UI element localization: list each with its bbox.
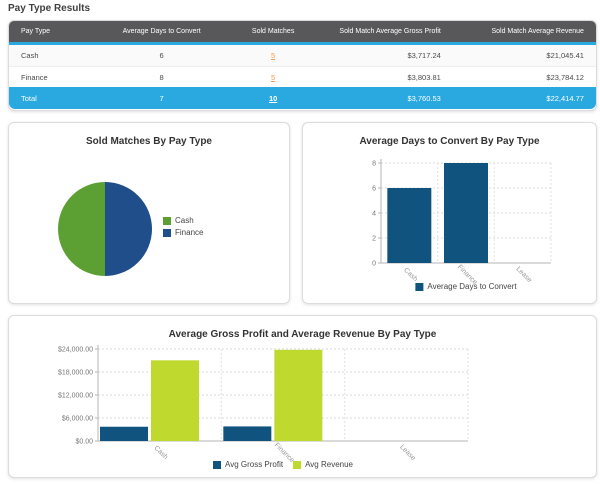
col-header-avg-days: Average Days to Convert — [97, 28, 226, 35]
pie-legend: Cash Finance — [163, 216, 203, 237]
legend-item-gross-profit: Avg Gross Profit — [213, 460, 283, 469]
svg-text:$12,000.00: $12,000.00 — [58, 393, 93, 400]
cell-avg-days: 7 — [97, 94, 226, 103]
svg-text:$18,000.00: $18,000.00 — [58, 370, 93, 377]
cell-gross-profit: $3,760.53 — [320, 94, 467, 103]
page-title: Pay Type Results — [8, 3, 90, 14]
cell-revenue: $22,414.77 — [467, 94, 596, 103]
pie-chart-card: Sold Matches By Pay Type Cash Finance — [8, 122, 290, 304]
svg-text:2: 2 — [372, 236, 376, 243]
cell-pay-type: Cash — [9, 51, 97, 60]
cash-swatch-icon — [163, 217, 171, 225]
gross-profit-swatch-icon — [213, 461, 221, 469]
svg-text:6: 6 — [372, 186, 376, 193]
sold-matches-link-cash[interactable]: 5 — [271, 51, 275, 60]
avg-days-swatch-icon — [415, 283, 423, 291]
legend-label: Finance — [175, 228, 203, 237]
sold-matches-pie-chart — [9, 123, 290, 304]
cell-gross-profit: $3,717.24 — [320, 51, 467, 60]
results-table: Pay Type Average Days to Convert Sold Ma… — [8, 20, 597, 111]
svg-text:Lease: Lease — [515, 266, 534, 285]
col-header-pay-type: Pay Type — [9, 28, 97, 35]
cell-gross-profit: $3,803.81 — [320, 73, 467, 82]
cell-avg-days: 6 — [97, 51, 226, 60]
cell-revenue: $23,784.12 — [467, 73, 596, 82]
profit-revenue-legend: Avg Gross Profit Avg Revenue — [213, 460, 353, 469]
cell-pay-type: Total — [9, 94, 97, 103]
sold-matches-link-finance[interactable]: 5 — [271, 73, 275, 82]
cell-avg-days: 8 — [97, 73, 226, 82]
legend-label: Avg Revenue — [305, 460, 353, 469]
cell-sold-matches: 5 — [226, 73, 320, 82]
table-row-finance: Finance 8 5 $3,803.81 $23,784.12 — [9, 66, 596, 87]
legend-item-finance: Finance — [163, 228, 203, 237]
avg-revenue-swatch-icon — [293, 461, 301, 469]
table-header-row: Pay Type Average Days to Convert Sold Ma… — [9, 21, 596, 45]
avg-days-legend: Average Days to Convert — [415, 282, 516, 291]
cell-sold-matches: 5 — [226, 51, 320, 60]
profit-revenue-chart-card: Average Gross Profit and Average Revenue… — [8, 315, 597, 478]
svg-text:8: 8 — [372, 161, 376, 168]
cell-revenue: $21,045.41 — [467, 51, 596, 60]
avg-days-chart-card: Average Days to Convert By Pay Type 0246… — [302, 122, 597, 304]
svg-text:Cash: Cash — [402, 267, 419, 284]
sold-matches-link-total[interactable]: 10 — [269, 94, 277, 103]
cell-sold-matches: 10 — [226, 94, 320, 103]
legend-label: Cash — [175, 216, 194, 225]
legend-label: Avg Gross Profit — [225, 460, 283, 469]
svg-text:$0.00: $0.00 — [75, 439, 93, 446]
legend-item-avg-days: Average Days to Convert — [415, 282, 516, 291]
svg-text:Lease: Lease — [398, 444, 417, 463]
profit-revenue-bar-chart: $0.00 $6,000.00 $12,000.00 $18,000.00 $24,00… — [9, 316, 597, 478]
cell-pay-type: Finance — [9, 73, 97, 82]
svg-text:$24,000.00: $24,000.00 — [58, 347, 93, 354]
svg-text:4: 4 — [372, 211, 376, 218]
finance-swatch-icon — [163, 229, 171, 237]
svg-text:0: 0 — [372, 261, 376, 268]
legend-label: Average Days to Convert — [427, 282, 516, 291]
legend-item-cash: Cash — [163, 216, 194, 225]
svg-text:Cash: Cash — [152, 445, 169, 462]
col-header-revenue: Sold Match Average Revenue — [467, 28, 596, 35]
table-row-cash: Cash 6 5 $3,717.24 $21,045.41 — [9, 45, 596, 66]
col-header-gross-profit: Sold Match Average Gross Profit — [320, 28, 467, 35]
svg-text:$6,000.00: $6,000.00 — [62, 416, 93, 423]
avg-days-bar-chart: 02468CashFinanceLease — [303, 123, 597, 304]
legend-item-avg-revenue: Avg Revenue — [293, 460, 353, 469]
col-header-sold-matches: Sold Matches — [226, 28, 320, 35]
table-row-total: Total 7 10 $3,760.53 $22,414.77 — [9, 87, 596, 109]
